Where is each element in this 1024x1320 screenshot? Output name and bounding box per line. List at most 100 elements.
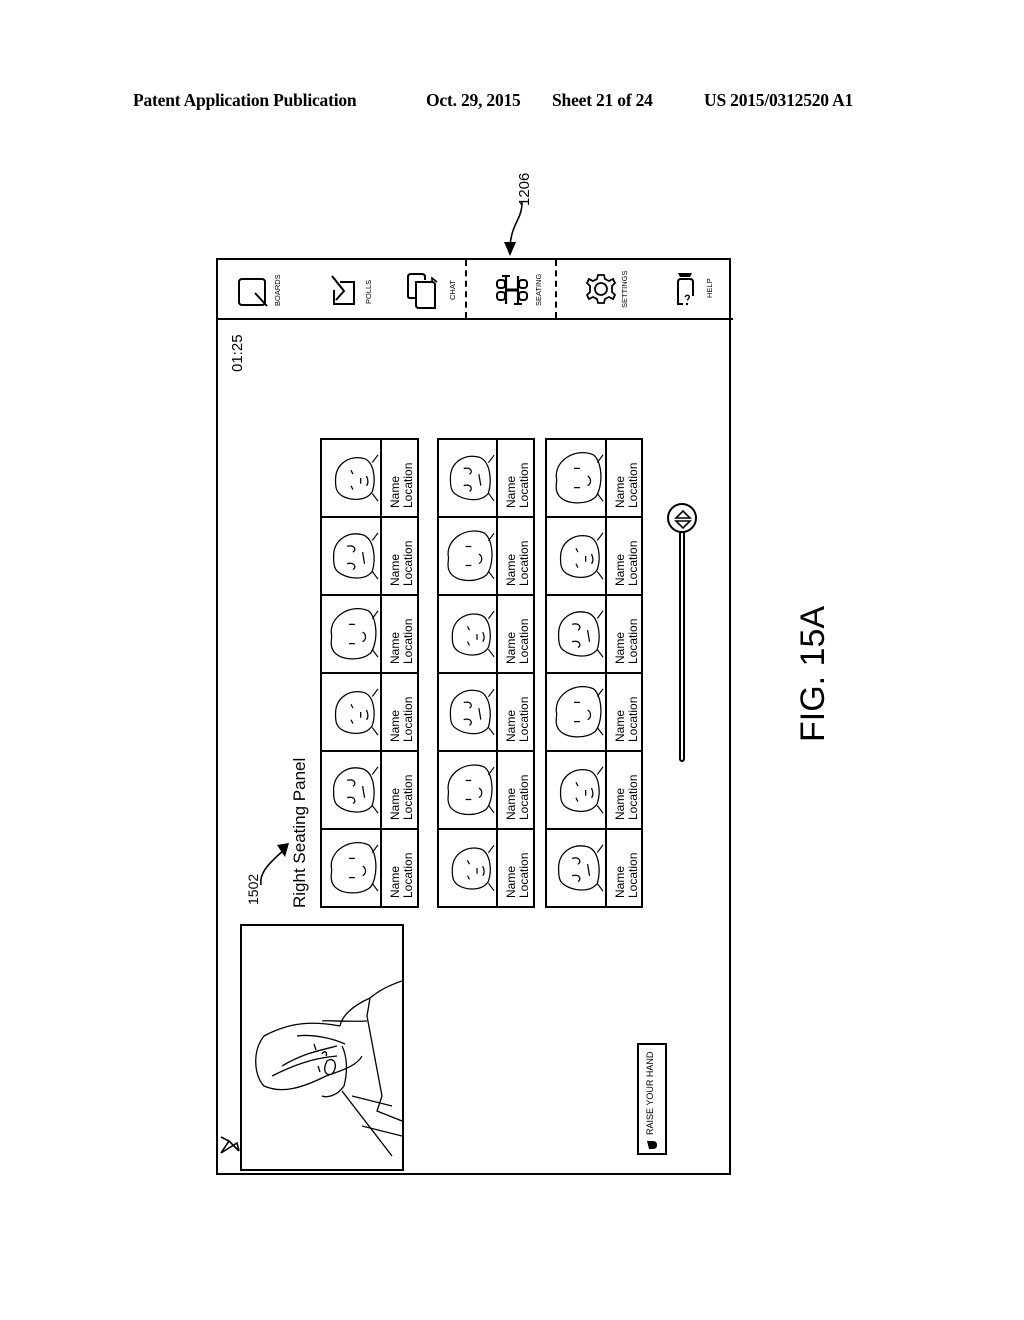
participant-face-icon: [557, 610, 604, 658]
participant-location: Location: [626, 618, 640, 664]
ref-arrow-1206: [504, 201, 523, 256]
participant-location: Location: [517, 696, 531, 742]
participant-photo: [547, 674, 607, 750]
presenter-video: [240, 924, 404, 1171]
participant-face-icon: [332, 532, 379, 580]
seat-card[interactable]: Name Location: [322, 674, 417, 752]
raise-hand-label: RAISE YOUR HAND: [645, 1051, 655, 1135]
toolbar-label-boards: BOARDS: [273, 274, 282, 306]
toolbar-settings-button[interactable]: SETTINGS: [580, 262, 640, 316]
participant-location: Location: [401, 774, 415, 820]
session-timer: 01:25: [229, 334, 246, 372]
participant-info: Name Location: [388, 852, 415, 898]
seat-card[interactable]: Name Location: [547, 518, 641, 596]
sheet-number: Sheet 21 of 24: [552, 90, 653, 110]
participant-info: Name Location: [388, 774, 415, 820]
participant-photo: [322, 752, 382, 828]
seating-scrollbar-track[interactable]: [679, 530, 685, 762]
seat-card[interactable]: Name Location: [547, 596, 641, 674]
participant-face-icon: [334, 688, 379, 736]
polls-icon: [331, 275, 355, 305]
seating-scrollbar-handle[interactable]: [667, 503, 697, 533]
toolbar-label-seating: SEATING: [534, 273, 543, 306]
participant-location: Location: [401, 696, 415, 742]
participant-photo: [439, 440, 498, 516]
participant-photo: [439, 674, 498, 750]
toolbar-divider: [216, 318, 733, 320]
participant-location: Location: [517, 774, 531, 820]
presenter-portrait: [255, 980, 403, 1157]
participant-info: Name Location: [388, 462, 415, 508]
hand-icon: [647, 1141, 657, 1149]
participant-info: Name Location: [504, 540, 531, 586]
seat-card[interactable]: Name Location: [322, 596, 417, 674]
seat-card[interactable]: Name Location: [439, 830, 533, 908]
participant-info: Name Location: [613, 618, 640, 664]
participant-location: Location: [401, 852, 415, 898]
participant-photo: [439, 752, 498, 828]
seat-card[interactable]: Name Location: [439, 674, 533, 752]
seat-card[interactable]: Name Location: [322, 440, 417, 518]
participant-info: Name Location: [388, 618, 415, 664]
chat-icon: [407, 273, 438, 309]
participant-face-icon: [334, 454, 379, 502]
selection-dash-right: [555, 260, 557, 318]
raise-hand-button[interactable]: RAISE YOUR HAND: [637, 1043, 667, 1155]
seat-card[interactable]: Name Location: [547, 440, 641, 518]
seat-card[interactable]: Name Location: [439, 440, 533, 518]
seat-card[interactable]: Name Location: [547, 830, 641, 908]
seating-row-3: Name Location Name Location Name Location Name…: [545, 438, 643, 908]
participant-info: Name Location: [504, 853, 531, 898]
seat-card[interactable]: Name Location: [439, 752, 533, 830]
participant-photo: [439, 830, 498, 908]
participant-face-icon: [559, 766, 604, 814]
seat-card[interactable]: Name Location: [439, 596, 533, 674]
participant-location: Location: [517, 540, 531, 586]
seat-card[interactable]: Name Location: [322, 518, 417, 596]
participant-info: Name Location: [613, 697, 640, 742]
selection-dash-left: [465, 260, 467, 318]
publication-date: Oct. 29, 2015: [426, 90, 521, 110]
toolbar-chat-button[interactable]: CHAT: [404, 262, 464, 316]
seat-card[interactable]: Name Location: [322, 752, 417, 830]
toolbar-polls-button[interactable]: POLLS: [326, 262, 386, 316]
participant-photo: [322, 518, 382, 594]
seating-row-1: Name Location Name Location Name Location Name…: [320, 438, 419, 908]
participant-location: Location: [517, 618, 531, 664]
close-icon[interactable]: [219, 1135, 241, 1157]
seat-card[interactable]: Name Location: [439, 518, 533, 596]
participant-info: Name Location: [504, 462, 531, 508]
participant-photo: [547, 830, 607, 908]
participant-location: Location: [626, 462, 640, 508]
participant-photo: [547, 518, 607, 594]
participant-face-icon: [555, 451, 604, 504]
participant-face-icon: [332, 766, 379, 814]
publication-title: Patent Application Publication: [133, 90, 357, 110]
participant-info: Name Location: [504, 618, 531, 664]
participant-photo: [322, 830, 382, 908]
toolbar-label-chat: CHAT: [448, 280, 457, 300]
toolbar-seating-button[interactable]: SEATING: [488, 262, 548, 316]
up-down-arrows-icon: [674, 509, 692, 529]
seat-card[interactable]: Name Location: [547, 674, 641, 752]
participant-location: Location: [401, 462, 415, 508]
help-icon: [677, 273, 694, 306]
participant-info: Name Location: [504, 774, 531, 820]
seating-icon: [496, 275, 528, 305]
boards-icon: [238, 278, 268, 307]
participant-location: Location: [401, 618, 415, 664]
seat-card[interactable]: Name Location: [322, 830, 417, 908]
toolbar-boards-button[interactable]: BOARDS: [232, 262, 292, 316]
participant-face-icon: [449, 454, 495, 502]
participant-location: Location: [401, 540, 415, 586]
participant-face-icon: [330, 607, 379, 660]
participant-photo: [322, 674, 382, 750]
toolbar-help-button[interactable]: HELP: [666, 262, 726, 316]
participant-face-icon: [330, 841, 379, 894]
participant-info: Name Location: [388, 540, 415, 586]
participant-info: Name Location: [504, 696, 531, 742]
participant-info: Name Location: [388, 696, 415, 742]
participant-location: Location: [517, 462, 531, 508]
participant-photo: [439, 518, 498, 594]
seat-card[interactable]: Name Location: [547, 752, 641, 830]
